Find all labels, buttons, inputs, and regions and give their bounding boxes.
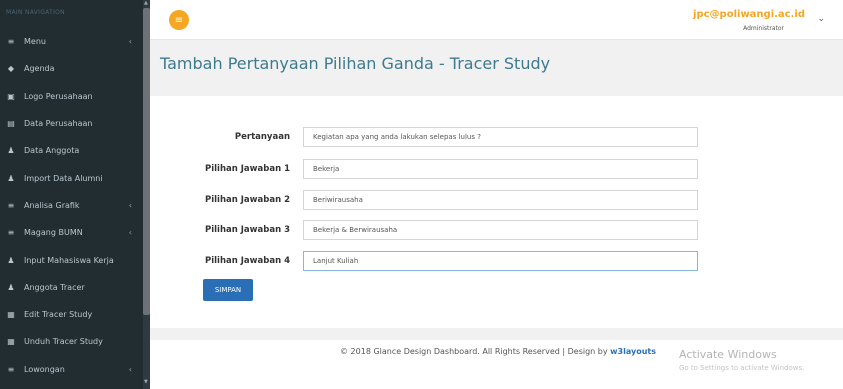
form-card: Pertanyaan Kegiatan apa yang anda lakuka… xyxy=(150,96,843,328)
sidebar-menu: ≡ Menu ‹ ◆ Agenda ▣ Logo Perusahaan ▤ Data Perus… xyxy=(0,28,150,383)
menu-toggle-icon[interactable]: ≡ xyxy=(169,10,189,30)
answer1-input[interactable]: Bekerja xyxy=(303,159,698,179)
sidebar-item-unduh-tracer-study[interactable]: ▦ Unduh Tracer Study xyxy=(0,328,150,355)
sidebar-scrollbar[interactable]: ▲ ▼ xyxy=(143,0,150,389)
question-label: Pertanyaan xyxy=(234,132,290,142)
sidebar-item-analisa-grafik[interactable]: ≡ Analisa Grafik ‹ xyxy=(0,192,150,219)
chevron-left-icon: ‹ xyxy=(128,228,132,238)
sidebar-item-data-perusahaan[interactable]: ▤ Data Perusahaan xyxy=(0,110,150,137)
sidebar-item-label: Data Perusahaan xyxy=(24,119,93,129)
user-role: Administrator xyxy=(743,25,784,32)
sidebar-item-icon: ≡ xyxy=(7,364,15,374)
sidebar-item-label: Unduh Tracer Study xyxy=(24,337,103,347)
sidebar-item-label: Magang BUMN xyxy=(24,228,83,238)
sidebar-item-icon: ▦ xyxy=(7,310,15,320)
sidebar-item-icon: ♟ xyxy=(7,173,15,183)
answer3-input[interactable]: Bekerja & Berwirausaha xyxy=(303,220,698,240)
sidebar-item-icon: ♟ xyxy=(7,255,15,265)
sidebar-item-label: Analisa Grafik xyxy=(24,200,80,210)
sidebar-item-icon: ♟ xyxy=(7,146,15,156)
footer-text: © 2018 Glance Design Dashboard. All Righ… xyxy=(340,347,656,356)
sidebar-item-icon: ≡ xyxy=(7,200,15,210)
w3layouts-link[interactable]: w3layouts xyxy=(610,347,656,356)
scroll-thumb[interactable] xyxy=(143,8,150,315)
chevron-left-icon: ‹ xyxy=(128,37,132,47)
sidebar-item-data-anggota[interactable]: ♟ Data Anggota xyxy=(0,137,150,164)
sidebar-item-icon: ◆ xyxy=(7,64,15,74)
answer4-input[interactable]: Lanjut Kuliah xyxy=(303,251,698,271)
sidebar-item-label: Lowongan xyxy=(24,364,65,374)
scroll-down-arrow-icon[interactable]: ▼ xyxy=(144,379,148,385)
sidebar-header: MAIN NAVIGATION xyxy=(6,9,65,16)
chevron-left-icon: ‹ xyxy=(128,200,132,210)
copyright-text: © 2018 Glance Design Dashboard. All Righ… xyxy=(340,347,611,356)
sidebar-item-input-mahasiswa-kerja[interactable]: ♟ Input Mahasiswa Kerja xyxy=(0,246,150,273)
sidebar-item-icon: ≡ xyxy=(7,228,15,238)
sidebar-item-agenda[interactable]: ◆ Agenda xyxy=(0,55,150,82)
sidebar-item-icon: ♟ xyxy=(7,282,15,292)
sidebar-item-label: Agenda xyxy=(24,64,55,74)
sidebar-item-magang-bumn[interactable]: ≡ Magang BUMN ‹ xyxy=(0,219,150,246)
sidebar: MAIN NAVIGATION ≡ Menu ‹ ◆ Agenda ▣ Logo Perus… xyxy=(0,0,150,389)
sidebar-item-logo-perusahaan[interactable]: ▣ Logo Perusahaan xyxy=(0,83,150,110)
sidebar-item-icon: ≡ xyxy=(7,37,15,47)
chevron-left-icon: ‹ xyxy=(128,364,132,374)
save-button[interactable]: SIMPAN xyxy=(203,279,253,301)
user-email[interactable]: jpc@poliwangi.ac.id xyxy=(693,9,805,20)
sidebar-item-label: Data Anggota xyxy=(24,146,80,156)
scroll-up-arrow-icon[interactable]: ▲ xyxy=(144,0,148,6)
answer4-label: Pilihan Jawaban 4 xyxy=(205,256,290,266)
topbar: ≡ jpc@poliwangi.ac.id Administrator ⌄ xyxy=(150,0,843,40)
sidebar-item-edit-tracer-study[interactable]: ▦ Edit Tracer Study xyxy=(0,301,150,328)
sidebar-item-label: Logo Perusahaan xyxy=(24,91,93,101)
answer2-label: Pilihan Jawaban 2 xyxy=(205,195,290,205)
sidebar-item-label: Import Data Alumni xyxy=(24,173,103,183)
page-title: Tambah Pertanyaan Pilihan Ganda - Tracer… xyxy=(160,54,551,73)
activate-windows-title: Activate Windows xyxy=(679,348,777,361)
user-menu-chevron-icon[interactable]: ⌄ xyxy=(817,14,825,24)
sidebar-item-import-data-alumni[interactable]: ♟ Import Data Alumni xyxy=(0,164,150,191)
sidebar-item-icon: ▤ xyxy=(7,119,15,129)
answer1-label: Pilihan Jawaban 1 xyxy=(205,164,290,174)
sidebar-item-anggota-tracer[interactable]: ♟ Anggota Tracer xyxy=(0,274,150,301)
sidebar-item-label: Menu xyxy=(24,37,46,47)
sidebar-item-icon: ▣ xyxy=(7,91,15,101)
sidebar-item-lowongan[interactable]: ≡ Lowongan ‹ xyxy=(0,356,150,383)
activate-windows-subtitle: Go to Settings to activate Windows. xyxy=(679,364,805,372)
sidebar-item-label: Input Mahasiswa Kerja xyxy=(24,255,114,265)
sidebar-item-label: Anggota Tracer xyxy=(24,282,85,292)
sidebar-item-label: Edit Tracer Study xyxy=(24,310,93,320)
question-input[interactable]: Kegiatan apa yang anda lakukan selepas l… xyxy=(303,127,698,147)
answer3-label: Pilihan Jawaban 3 xyxy=(205,225,290,235)
sidebar-item-icon: ▦ xyxy=(7,337,15,347)
sidebar-item-menu[interactable]: ≡ Menu ‹ xyxy=(0,28,150,55)
answer2-input[interactable]: Beriwirausaha xyxy=(303,190,698,210)
